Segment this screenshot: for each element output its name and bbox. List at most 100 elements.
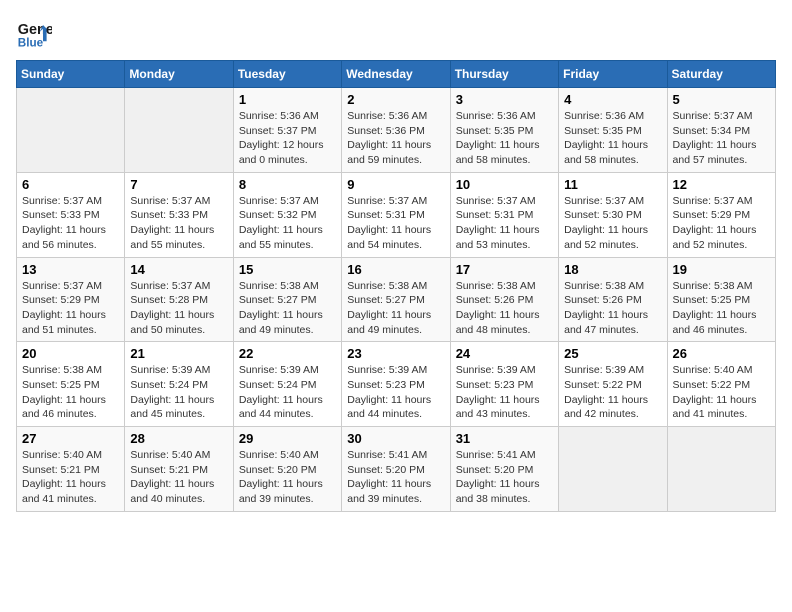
day-info: Sunrise: 5:39 AMSunset: 5:24 PMDaylight:…	[130, 363, 227, 422]
calendar-cell: 26 Sunrise: 5:40 AMSunset: 5:22 PMDayligh…	[667, 342, 775, 427]
calendar-cell: 17 Sunrise: 5:38 AMSunset: 5:26 PMDayligh…	[450, 257, 558, 342]
day-number: 5	[673, 92, 770, 107]
calendar-cell: 18 Sunrise: 5:38 AMSunset: 5:26 PMDayligh…	[559, 257, 667, 342]
day-info: Sunrise: 5:39 AMSunset: 5:24 PMDaylight:…	[239, 363, 336, 422]
weekday-wednesday: Wednesday	[342, 61, 450, 88]
day-info: Sunrise: 5:39 AMSunset: 5:23 PMDaylight:…	[347, 363, 444, 422]
svg-text:General: General	[18, 22, 52, 38]
day-number: 29	[239, 431, 336, 446]
calendar-cell: 28 Sunrise: 5:40 AMSunset: 5:21 PMDayligh…	[125, 427, 233, 512]
day-info: Sunrise: 5:37 AMSunset: 5:33 PMDaylight:…	[22, 194, 119, 253]
calendar-cell: 2Sunrise: 5:36 AMSunset: 5:36 PMDaylight…	[342, 88, 450, 173]
weekday-header-row: SundayMondayTuesdayWednesdayThursdayFrid…	[17, 61, 776, 88]
day-number: 19	[673, 262, 770, 277]
day-info: Sunrise: 5:38 AMSunset: 5:25 PMDaylight:…	[22, 363, 119, 422]
day-info: Sunrise: 5:40 AMSunset: 5:21 PMDaylight:…	[22, 448, 119, 507]
day-info: Sunrise: 5:38 AMSunset: 5:27 PMDaylight:…	[347, 279, 444, 338]
calendar-cell: 27 Sunrise: 5:40 AMSunset: 5:21 PMDayligh…	[17, 427, 125, 512]
calendar-cell	[667, 427, 775, 512]
weekday-tuesday: Tuesday	[233, 61, 341, 88]
day-info: Sunrise: 5:36 AMSunset: 5:35 PMDaylight:…	[456, 109, 553, 168]
calendar-cell: 4 Sunrise: 5:36 AMSunset: 5:35 PMDaylight…	[559, 88, 667, 173]
day-number: 24	[456, 346, 553, 361]
day-number: 30	[347, 431, 444, 446]
calendar-cell: 1 Sunrise: 5:36 AMSunset: 5:37 PMDaylight…	[233, 88, 341, 173]
calendar-cell: 6 Sunrise: 5:37 AMSunset: 5:33 PMDaylight…	[17, 172, 125, 257]
day-number: 25	[564, 346, 661, 361]
calendar-cell: 21 Sunrise: 5:39 AMSunset: 5:24 PMDayligh…	[125, 342, 233, 427]
day-number: 28	[130, 431, 227, 446]
page-header: General Blue	[16, 16, 776, 52]
calendar-cell: 29 Sunrise: 5:40 AMSunset: 5:20 PMDayligh…	[233, 427, 341, 512]
calendar-cell: 10Sunrise: 5:37 AMSunset: 5:31 PMDayligh…	[450, 172, 558, 257]
calendar-cell: 19Sunrise: 5:38 AMSunset: 5:25 PMDayligh…	[667, 257, 775, 342]
calendar-cell: 15 Sunrise: 5:38 AMSunset: 5:27 PMDayligh…	[233, 257, 341, 342]
day-info: Sunrise: 5:39 AMSunset: 5:22 PMDaylight:…	[564, 363, 661, 422]
week-row-4: 20 Sunrise: 5:38 AMSunset: 5:25 PMDayligh…	[17, 342, 776, 427]
day-info: Sunrise: 5:36 AMSunset: 5:35 PMDaylight:…	[564, 109, 661, 168]
day-number: 21	[130, 346, 227, 361]
day-number: 18	[564, 262, 661, 277]
calendar-cell: 20 Sunrise: 5:38 AMSunset: 5:25 PMDayligh…	[17, 342, 125, 427]
calendar-table: SundayMondayTuesdayWednesdayThursdayFrid…	[16, 60, 776, 512]
day-info: Sunrise: 5:37 AMSunset: 5:28 PMDaylight:…	[130, 279, 227, 338]
day-number: 6	[22, 177, 119, 192]
calendar-cell	[125, 88, 233, 173]
weekday-thursday: Thursday	[450, 61, 558, 88]
calendar-cell: 22Sunrise: 5:39 AMSunset: 5:24 PMDayligh…	[233, 342, 341, 427]
calendar-cell: 8 Sunrise: 5:37 AMSunset: 5:32 PMDaylight…	[233, 172, 341, 257]
day-info: Sunrise: 5:37 AMSunset: 5:31 PMDaylight:…	[456, 194, 553, 253]
day-number: 4	[564, 92, 661, 107]
calendar-cell: 25 Sunrise: 5:39 AMSunset: 5:22 PMDayligh…	[559, 342, 667, 427]
calendar-cell: 5 Sunrise: 5:37 AMSunset: 5:34 PMDaylight…	[667, 88, 775, 173]
day-info: Sunrise: 5:37 AMSunset: 5:31 PMDaylight:…	[347, 194, 444, 253]
day-info: Sunrise: 5:38 AMSunset: 5:27 PMDaylight:…	[239, 279, 336, 338]
day-info: Sunrise: 5:40 AMSunset: 5:21 PMDaylight:…	[130, 448, 227, 507]
day-number: 3	[456, 92, 553, 107]
day-info: Sunrise: 5:38 AMSunset: 5:26 PMDaylight:…	[456, 279, 553, 338]
day-info: Sunrise: 5:37 AMSunset: 5:29 PMDaylight:…	[673, 194, 770, 253]
svg-text:Blue: Blue	[18, 37, 44, 50]
day-info: Sunrise: 5:37 AMSunset: 5:32 PMDaylight:…	[239, 194, 336, 253]
logo: General Blue	[16, 16, 52, 52]
day-number: 27	[22, 431, 119, 446]
calendar-cell: 14 Sunrise: 5:37 AMSunset: 5:28 PMDayligh…	[125, 257, 233, 342]
day-info: Sunrise: 5:39 AMSunset: 5:23 PMDaylight:…	[456, 363, 553, 422]
calendar-cell: 7Sunrise: 5:37 AMSunset: 5:33 PMDaylight…	[125, 172, 233, 257]
day-info: Sunrise: 5:41 AMSunset: 5:20 PMDaylight:…	[456, 448, 553, 507]
day-number: 1	[239, 92, 336, 107]
calendar-cell: 31 Sunrise: 5:41 AMSunset: 5:20 PMDayligh…	[450, 427, 558, 512]
week-row-1: 1 Sunrise: 5:36 AMSunset: 5:37 PMDaylight…	[17, 88, 776, 173]
day-info: Sunrise: 5:37 AMSunset: 5:29 PMDaylight:…	[22, 279, 119, 338]
day-number: 31	[456, 431, 553, 446]
weekday-monday: Monday	[125, 61, 233, 88]
day-info: Sunrise: 5:41 AMSunset: 5:20 PMDaylight:…	[347, 448, 444, 507]
day-number: 26	[673, 346, 770, 361]
day-info: Sunrise: 5:37 AMSunset: 5:30 PMDaylight:…	[564, 194, 661, 253]
day-info: Sunrise: 5:38 AMSunset: 5:26 PMDaylight:…	[564, 279, 661, 338]
week-row-2: 6 Sunrise: 5:37 AMSunset: 5:33 PMDaylight…	[17, 172, 776, 257]
day-info: Sunrise: 5:37 AMSunset: 5:34 PMDaylight:…	[673, 109, 770, 168]
day-number: 9	[347, 177, 444, 192]
day-number: 23	[347, 346, 444, 361]
calendar-cell: 24 Sunrise: 5:39 AMSunset: 5:23 PMDayligh…	[450, 342, 558, 427]
day-info: Sunrise: 5:36 AMSunset: 5:37 PMDaylight:…	[239, 109, 336, 168]
day-number: 15	[239, 262, 336, 277]
day-info: Sunrise: 5:40 AMSunset: 5:22 PMDaylight:…	[673, 363, 770, 422]
day-number: 13	[22, 262, 119, 277]
day-number: 20	[22, 346, 119, 361]
weekday-saturday: Saturday	[667, 61, 775, 88]
calendar-cell: 23 Sunrise: 5:39 AMSunset: 5:23 PMDayligh…	[342, 342, 450, 427]
day-number: 8	[239, 177, 336, 192]
calendar-cell: 16 Sunrise: 5:38 AMSunset: 5:27 PMDayligh…	[342, 257, 450, 342]
day-number: 7	[130, 177, 227, 192]
day-number: 17	[456, 262, 553, 277]
calendar-cell	[559, 427, 667, 512]
day-number: 14	[130, 262, 227, 277]
week-row-3: 13 Sunrise: 5:37 AMSunset: 5:29 PMDayligh…	[17, 257, 776, 342]
day-info: Sunrise: 5:40 AMSunset: 5:20 PMDaylight:…	[239, 448, 336, 507]
day-number: 2	[347, 92, 444, 107]
weekday-friday: Friday	[559, 61, 667, 88]
day-number: 16	[347, 262, 444, 277]
calendar-cell: 12Sunrise: 5:37 AMSunset: 5:29 PMDayligh…	[667, 172, 775, 257]
